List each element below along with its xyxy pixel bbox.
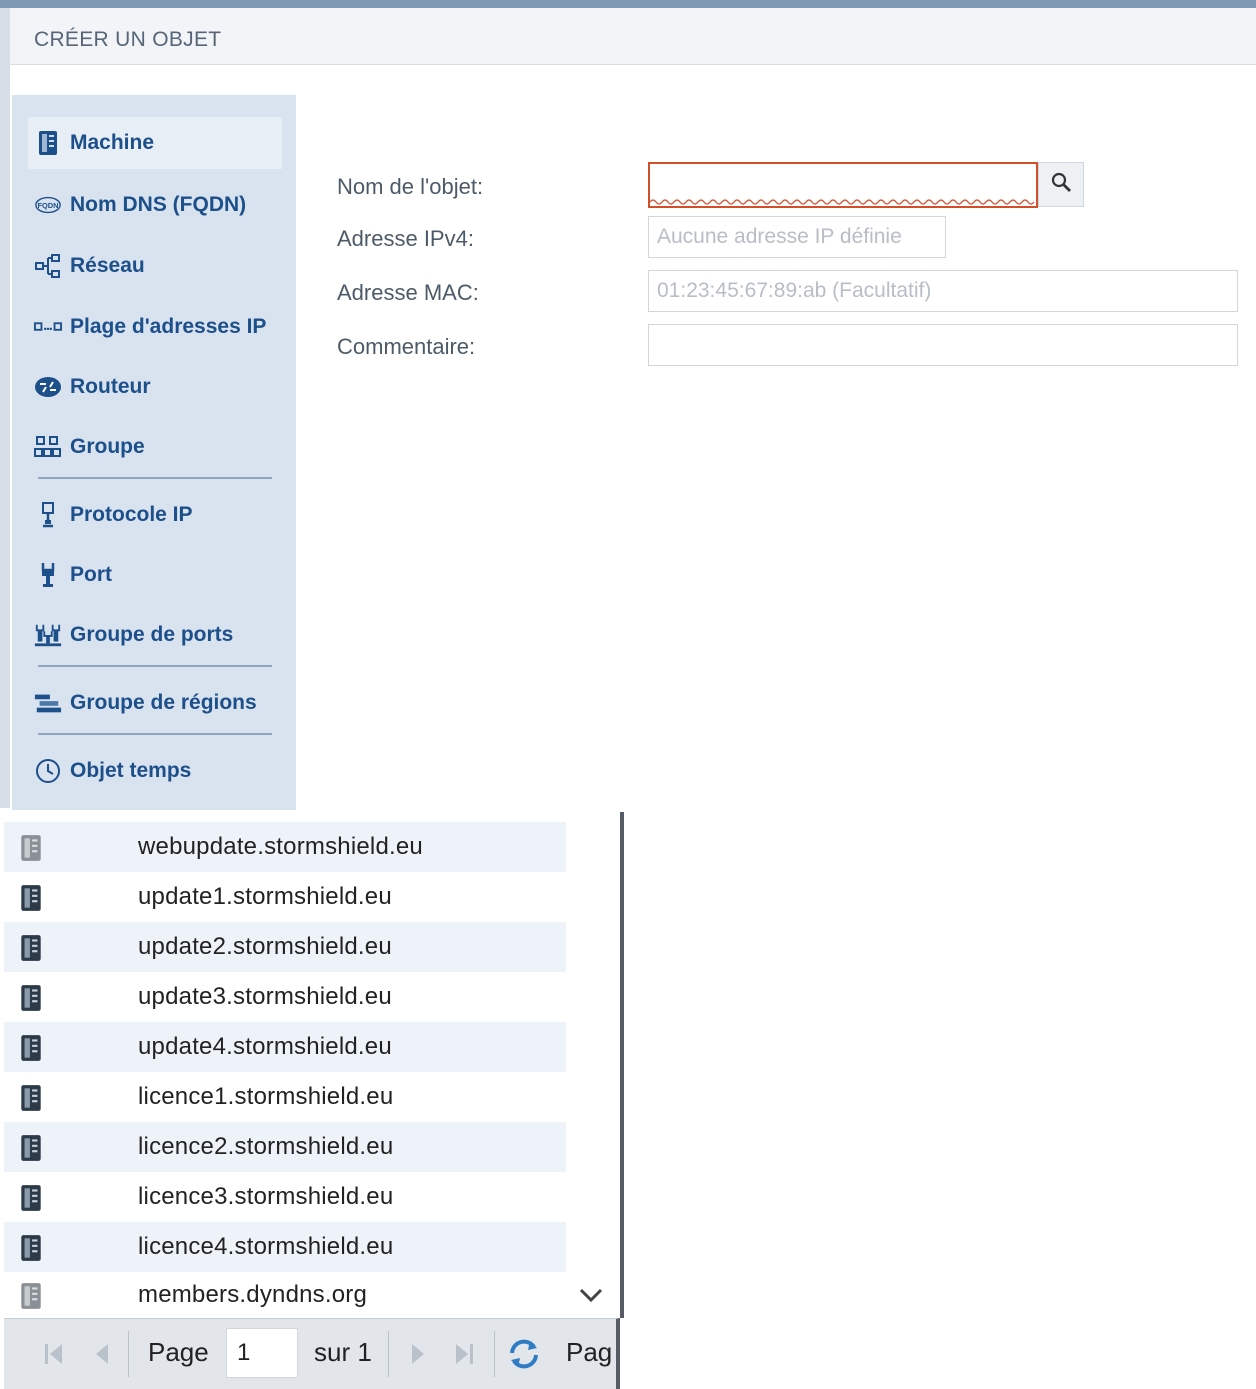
sidebar-item-group[interactable]: Groupe [28,421,282,473]
last-page-icon[interactable] [450,1339,478,1369]
list-item[interactable]: update1.stormshield.eu [4,872,566,922]
search-icon [1050,171,1072,198]
pager-divider [494,1331,495,1377]
dialog-title: CRÉER UN OBJET [34,28,222,51]
previous-page-icon[interactable] [88,1339,116,1369]
sidebar-item-label: Plage d'adresses IP [70,315,267,338]
fqdn-icon: FQDN [34,191,62,219]
list-item-label: update2.stormshield.eu [138,933,392,960]
list-item-label: licence2.stormshield.eu [138,1133,394,1160]
list-item-label: webupdate.stormshield.eu [138,833,423,860]
sidebar-item-label: Protocole IP [70,503,193,526]
pagination-toolbar: Page sur 1 Pag [4,1318,620,1389]
sidebar-item-label: Port [70,563,112,586]
sidebar-item-time-object[interactable]: Objet temps [28,745,282,797]
first-page-icon[interactable] [40,1339,68,1369]
list-item-label: update1.stormshield.eu [138,883,392,910]
comment-label: Commentaire: [337,334,476,359]
window-top-border [0,0,1256,8]
search-button[interactable] [1038,162,1084,207]
page-number-input[interactable] [226,1328,298,1378]
sidebar-item-port-group[interactable]: Groupe de ports [28,609,282,661]
ip-range-icon [34,313,62,341]
list-item[interactable]: update4.stormshield.eu [4,1022,566,1072]
list-item-label: update4.stormshield.eu [138,1033,392,1060]
object-list: webupdate.stormshield.eu update1.stormsh… [4,812,624,1318]
mac-field[interactable] [648,270,1238,312]
list-item-label: members.dyndns.org [138,1281,368,1308]
list-item[interactable]: licence1.stormshield.eu [4,1072,566,1122]
clock-icon [34,757,62,785]
sidebar-item-label: Nom DNS (FQDN) [70,193,247,216]
protocol-icon [34,501,62,529]
list-item[interactable]: licence4.stormshield.eu [4,1222,566,1272]
server-icon [21,935,41,961]
list-item[interactable]: members.dyndns.org [4,1270,566,1320]
sidebar-divider [38,477,272,479]
server-icon [21,1185,41,1211]
server-icon [21,835,41,861]
sidebar-item-fqdn[interactable]: FQDN Nom DNS (FQDN) [28,179,282,231]
router-icon [34,373,62,401]
server-icon [21,1085,41,1111]
port-icon [34,561,62,589]
sidebar-item-label: Groupe [70,435,145,458]
comment-field[interactable] [648,324,1238,366]
ipv4-label: Adresse IPv4: [337,226,474,251]
list-item[interactable]: update3.stormshield.eu [4,972,566,1022]
server-icon [21,1135,41,1161]
sidebar-item-machine[interactable]: Machine [28,117,282,169]
page-label: Page [148,1337,209,1367]
list-item-label: licence1.stormshield.eu [138,1083,394,1110]
sidebar-item-label: Groupe de ports [70,623,234,646]
list-item-label: licence4.stormshield.eu [138,1233,394,1260]
group-icon [34,433,62,461]
ipv4-field[interactable] [648,216,946,258]
list-item[interactable]: licence2.stormshield.eu [4,1122,566,1172]
refresh-icon[interactable] [506,1337,542,1371]
page-total-label: sur 1 [314,1337,372,1367]
list-item[interactable]: licence3.stormshield.eu [4,1172,566,1222]
object-type-sidebar: Machine FQDN Nom DNS (FQDN) Réseau Plage… [12,95,296,810]
page-info-label: Pag [566,1337,613,1367]
sidebar-item-ip-range[interactable]: Plage d'adresses IP [28,301,282,353]
server-icon [21,985,41,1011]
sidebar-divider [38,665,272,667]
scroll-down-icon[interactable] [576,1283,606,1307]
sidebar-item-router[interactable]: Routeur [28,361,282,413]
svg-text:FQDN: FQDN [37,201,58,210]
sidebar-item-network[interactable]: Réseau [28,240,282,292]
sidebar-item-region-group[interactable]: Groupe de régions [28,677,282,729]
list-item-label: licence3.stormshield.eu [138,1183,394,1210]
sidebar-divider [38,733,272,735]
server-icon [34,129,62,157]
region-group-icon [34,689,62,717]
server-icon [21,1035,41,1061]
object-name-label: Nom de l'objet: [337,174,484,199]
server-icon [21,1283,41,1309]
sidebar-item-label: Groupe de régions [70,691,257,714]
sidebar-item-label: Routeur [70,375,151,398]
server-icon [21,885,41,911]
next-page-icon[interactable] [404,1339,432,1369]
network-icon [34,252,62,280]
list-item[interactable]: update2.stormshield.eu [4,922,566,972]
pager-divider [128,1331,129,1377]
port-group-icon [34,621,62,649]
list-item[interactable]: webupdate.stormshield.eu [4,822,566,872]
window-left-edge [0,8,10,808]
sidebar-item-label: Réseau [70,254,145,277]
server-icon [21,1235,41,1261]
sidebar-item-ip-protocol[interactable]: Protocole IP [28,489,282,541]
sidebar-item-label: Machine [70,131,155,154]
spellcheck-underline [650,199,1035,205]
list-item-label: update3.stormshield.eu [138,983,392,1010]
mac-label: Adresse MAC: [337,280,479,305]
pager-divider [388,1331,389,1377]
dialog-header: CRÉER UN OBJET [10,8,1256,65]
sidebar-item-label: Objet temps [70,759,192,782]
sidebar-item-port[interactable]: Port [28,549,282,601]
